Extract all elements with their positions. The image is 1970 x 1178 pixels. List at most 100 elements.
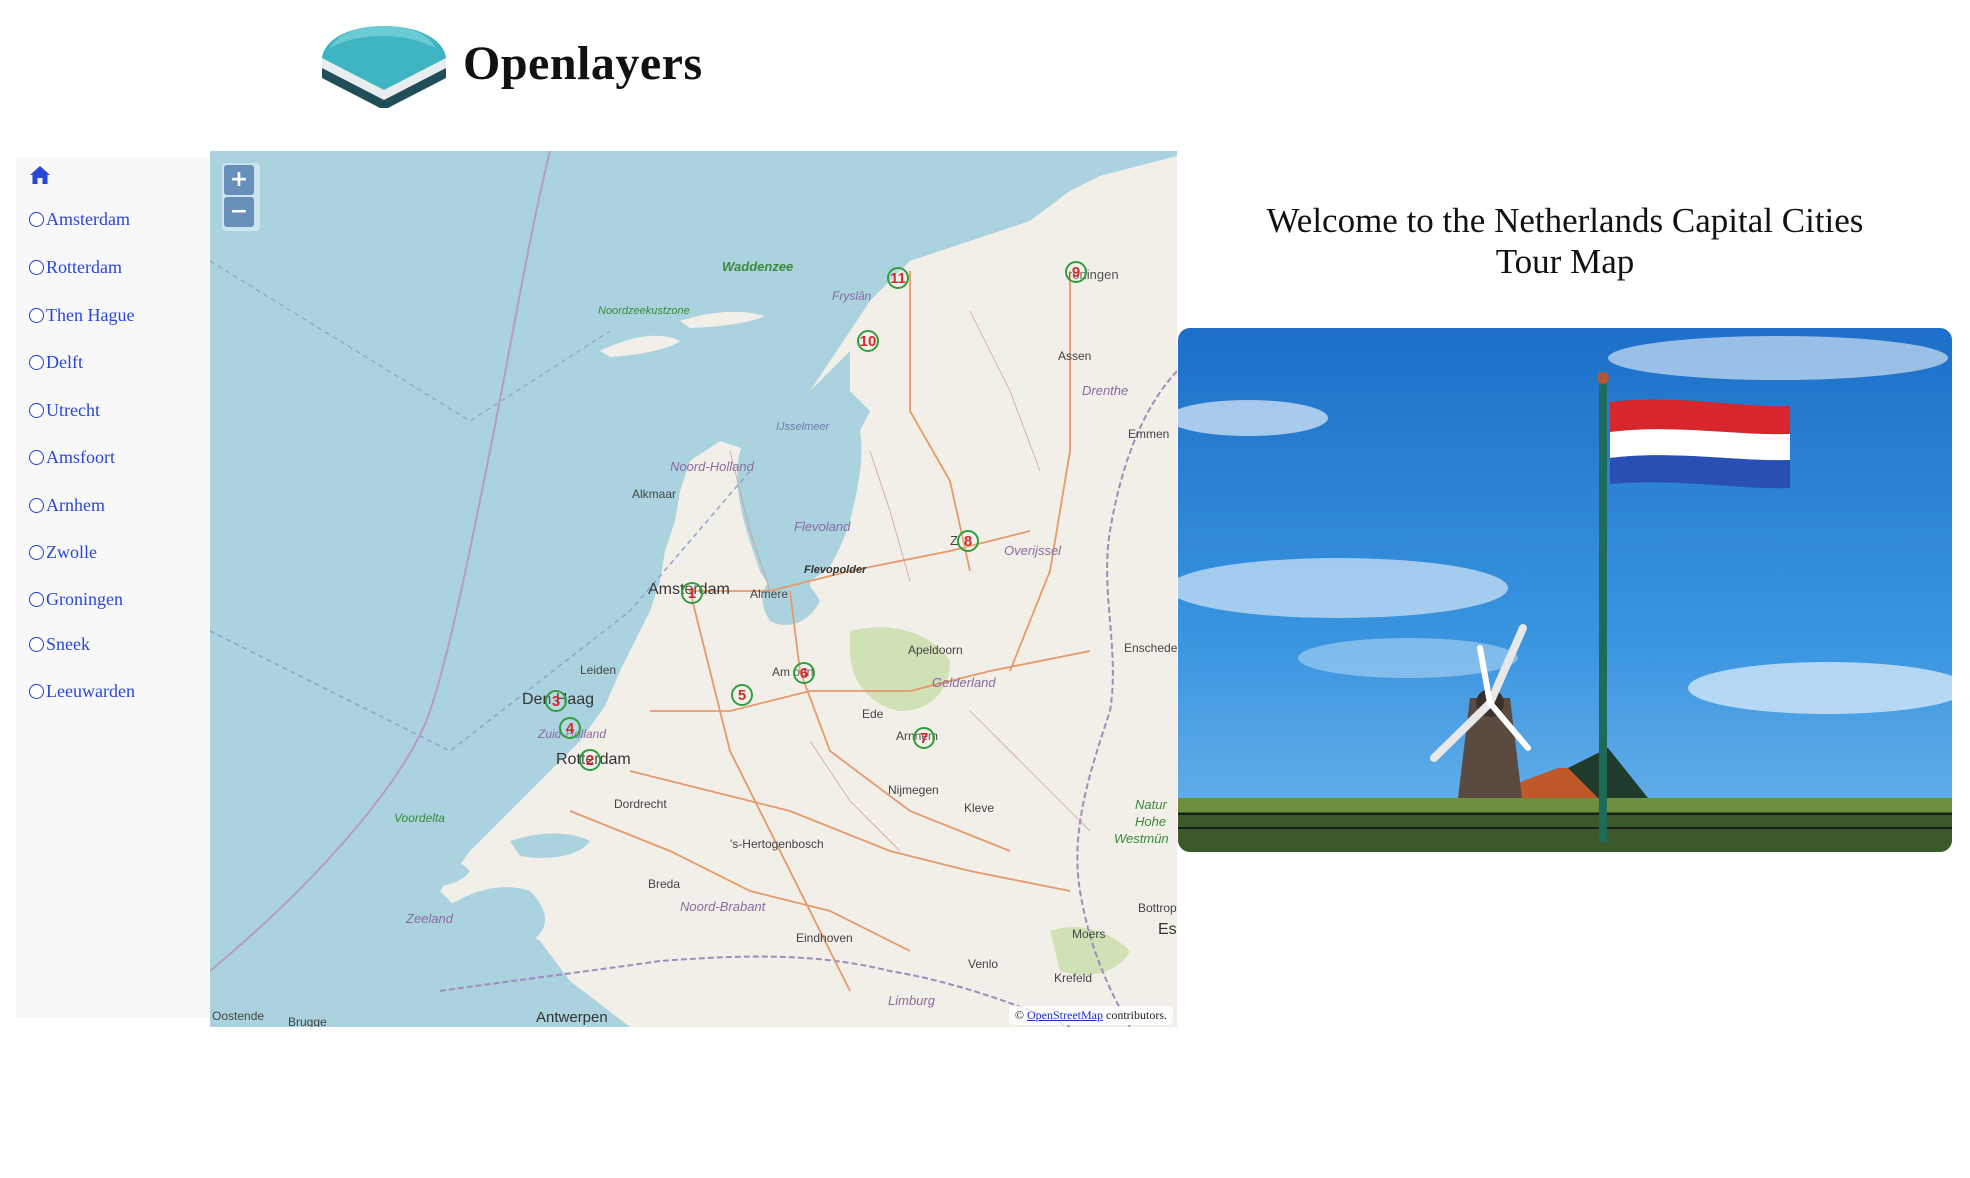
home-icon[interactable] (29, 165, 51, 185)
city-label: Amsterdam (46, 209, 130, 229)
city-marker[interactable]: 10 (857, 330, 879, 352)
city-marker[interactable]: 11 (887, 267, 909, 289)
radio-icon[interactable] (29, 355, 44, 370)
map-label: Natur (1135, 797, 1167, 812)
map-label: Ede (862, 707, 884, 721)
radio-icon[interactable] (29, 498, 44, 513)
radio-icon[interactable] (29, 212, 44, 227)
radio-icon[interactable] (29, 450, 44, 465)
map-label: Moers (1072, 927, 1106, 941)
map-label: Flevopolder (804, 564, 867, 576)
city-option-amsterdam[interactable]: Amsterdam (29, 209, 130, 230)
welcome-line-1: Welcome to the Netherlands Capital Citie… (1266, 201, 1864, 240)
map-label: Limburg (888, 993, 935, 1008)
city-marker[interactable]: 9 (1065, 261, 1087, 283)
city-label: Groningen (46, 589, 123, 609)
sidebar: Amsterdam Rotterdam Then Hague Delft Utr… (16, 157, 209, 1017)
city-option-zwolle[interactable]: Zwolle (29, 542, 97, 563)
city-option-utrecht[interactable]: Utrecht (29, 400, 100, 421)
map-label: Fryslân (832, 289, 872, 303)
map-label: Antwerpen (536, 1009, 608, 1026)
city-option-rotterdam[interactable]: Rotterdam (29, 257, 122, 278)
map-label: Dordrecht (614, 797, 667, 811)
map-label: Oostende (212, 1009, 265, 1023)
zoom-control: + − (222, 163, 260, 231)
zoom-in-button[interactable]: + (224, 165, 254, 195)
map-label: Emmen (1128, 427, 1170, 441)
map-viewport[interactable]: + − Waddenzee Noordzeekustzone Fryslân r… (210, 151, 1177, 1027)
map-label: Drenthe (1082, 383, 1129, 398)
map-label: Almere (750, 587, 789, 601)
radio-icon[interactable] (29, 592, 44, 607)
city-option-amsfoort[interactable]: Amsfoort (29, 447, 115, 468)
welcome-line-2: Tour Map (1495, 242, 1635, 281)
city-label: Then Hague (46, 305, 135, 325)
map-label: Gelderland (932, 675, 996, 690)
map-label: Venlo (968, 957, 999, 971)
map-label: Westmün (1114, 831, 1169, 846)
map-label: Leiden (580, 663, 617, 677)
map-label: Apeldoorn (908, 643, 963, 657)
city-marker[interactable]: 5 (731, 684, 753, 706)
map-attribution: © OpenStreetMap contributors. (1008, 1006, 1173, 1025)
city-label: Sneek (46, 634, 90, 654)
city-label: Amsfoort (46, 447, 115, 467)
city-marker[interactable]: 2 (579, 749, 601, 771)
city-option-the-hague[interactable]: Then Hague (29, 305, 134, 326)
city-label: Delft (46, 352, 83, 372)
city-marker[interactable]: 1 (681, 582, 703, 604)
radio-icon[interactable] (29, 260, 44, 275)
city-label: Leeuwarden (46, 681, 135, 701)
city-option-delft[interactable]: Delft (29, 352, 83, 373)
city-option-sneek[interactable]: Sneek (29, 634, 90, 655)
city-marker[interactable]: 6 (793, 662, 815, 684)
openstreetmap-link[interactable]: OpenStreetMap (1027, 1008, 1103, 1022)
attribution-suffix: contributors. (1106, 1008, 1167, 1022)
city-marker[interactable]: 3 (545, 690, 567, 712)
map-label: Flevoland (794, 519, 851, 534)
map-label: Ess (1158, 921, 1177, 938)
map-label: Noord-Brabant (680, 899, 766, 914)
radio-icon[interactable] (29, 545, 44, 560)
map-label: Enschede (1124, 641, 1177, 655)
city-label: Rotterdam (46, 257, 122, 277)
copyright-symbol: © (1014, 1008, 1025, 1022)
city-option-leeuwarden[interactable]: Leeuwarden (29, 681, 135, 702)
map-label: Noordzeekustzone (598, 305, 690, 317)
map-label: IJsselmeer (776, 421, 830, 433)
map-label: Kleve (964, 801, 995, 815)
openlayers-logo-icon (318, 18, 450, 110)
radio-icon[interactable] (29, 684, 44, 699)
map-label: Zeeland (406, 911, 453, 926)
radio-icon[interactable] (29, 403, 44, 418)
map-label: Waddenzee (722, 259, 794, 274)
map-label: Eindhoven (796, 931, 853, 945)
dutch-flag-and-windmill-photo (1178, 328, 1952, 852)
city-marker[interactable]: 7 (913, 727, 935, 749)
map-label: Overijssel (1004, 543, 1062, 558)
zoom-out-button[interactable]: − (224, 197, 254, 227)
map-label: Hohe (1135, 814, 1167, 829)
map-label: Assen (1058, 349, 1092, 363)
city-option-arnhem[interactable]: Arnhem (29, 495, 105, 516)
radio-icon[interactable] (29, 637, 44, 652)
city-marker[interactable]: 8 (957, 530, 979, 552)
city-label: Utrecht (46, 400, 100, 420)
map-label: Bottrop (1138, 901, 1177, 915)
map-label: Brugge (288, 1015, 327, 1027)
brand-title: Openlayers (463, 37, 703, 90)
city-option-groningen[interactable]: Groningen (29, 589, 123, 610)
photo-illustration (1178, 328, 1952, 852)
city-marker[interactable]: 4 (559, 717, 581, 739)
welcome-heading: Welcome to the Netherlands Capital Citie… (1178, 200, 1952, 282)
map-label: Krefeld (1054, 971, 1093, 985)
city-label: Arnhem (46, 495, 105, 515)
map-label: Nijmegen (888, 783, 939, 797)
map-label: Noord-Holland (670, 459, 754, 474)
radio-icon[interactable] (29, 308, 44, 323)
map-label: Breda (648, 877, 681, 891)
map-label: Alkmaar (632, 487, 677, 501)
map-label: Voordelta (394, 811, 445, 825)
city-label: Zwolle (46, 542, 97, 562)
map-label: 's-Hertogenbosch (730, 837, 824, 851)
